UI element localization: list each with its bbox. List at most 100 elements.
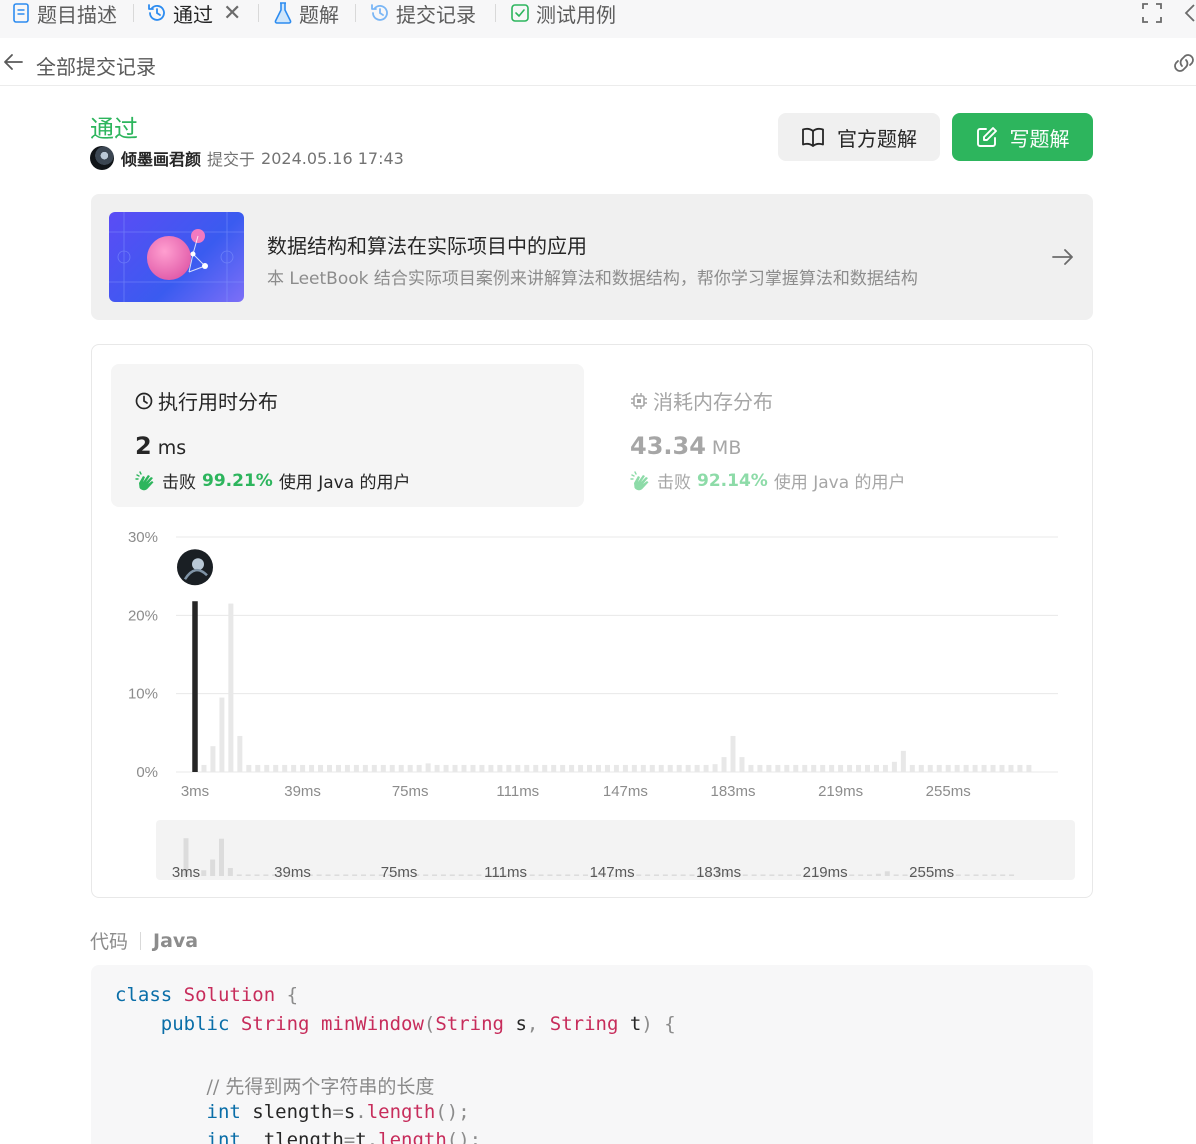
brush-tick-label: 147ms [590, 864, 635, 880]
bar [587, 764, 593, 772]
bar [210, 746, 216, 772]
tab-testcases[interactable]: 测试用例 [509, 0, 616, 27]
memory-unit: MB [711, 437, 742, 459]
brush-bar [529, 874, 535, 876]
document-icon [10, 2, 32, 24]
bar [327, 764, 332, 772]
memory-panel[interactable]: 消耗内存分布 43.34 MB 击败 92.14% 使用 Java 的用户 [606, 364, 1079, 507]
submission-status: 通过 [90, 115, 138, 143]
bar [640, 764, 646, 772]
bar [900, 750, 906, 772]
runtime-unit: ms [157, 437, 187, 459]
bar [604, 764, 610, 772]
flask-icon [272, 2, 294, 24]
avatar-marker [177, 549, 213, 586]
bar [649, 764, 655, 772]
tab-description[interactable]: 题目描述 [10, 0, 117, 27]
bar [497, 764, 503, 772]
bar [578, 764, 584, 772]
bar [1026, 764, 1032, 772]
leetbook-banner[interactable]: 数据结构和算法在实际项目中的应用 本 LeetBook 结合实际项目案例来讲解算… [91, 194, 1093, 320]
tab-submissions[interactable]: 提交记录 [369, 0, 476, 27]
tab-label: 题解 [299, 2, 339, 27]
beat-label: 击败 [657, 473, 691, 493]
link-icon[interactable] [1172, 52, 1196, 74]
submission-toolbar: 全部提交记录 [0, 40, 1196, 86]
runtime-distribution-chart[interactable]: 0% 10% 20% 30% 3ms 39ms 75ms 111ms 147ms 183ms 219… [92, 515, 1092, 815]
official-solution-button[interactable]: 官方题解 [778, 113, 940, 161]
bar [479, 764, 485, 772]
bar [335, 764, 341, 772]
bar [569, 764, 575, 772]
brush-bar [458, 874, 464, 876]
x-tick-label: 147ms [603, 783, 648, 800]
brush-bar [210, 859, 216, 876]
bar [542, 764, 548, 772]
bar [936, 764, 942, 772]
brush-bar [556, 874, 562, 876]
brush-bar [440, 874, 446, 876]
code-block[interactable]: class Solution { public String minWindow… [91, 965, 1093, 1144]
fullscreen-icon[interactable] [1142, 2, 1162, 24]
bar [524, 764, 530, 772]
avatar[interactable] [90, 146, 114, 170]
bar [425, 763, 431, 772]
code-line: int tlength=t.length(); [206, 1129, 482, 1144]
bar [596, 764, 601, 772]
arrow-left-icon[interactable] [2, 52, 24, 72]
brush-bar [343, 874, 349, 876]
runtime-panel[interactable]: 执行用时分布 2 ms 击败 99.21% 使用 Java 的用户 [111, 364, 584, 507]
memory-title-label: 消耗内存分布 [653, 390, 773, 414]
avatar-highlight [192, 558, 204, 571]
memory-beats: 击败 92.14% 使用 Java 的用户 [630, 468, 906, 493]
brush-bar [201, 870, 207, 876]
bar [309, 764, 315, 772]
code-line: // 先得到两个字符串的长度 [115, 1072, 435, 1099]
username[interactable]: 倾墨画君颜 [121, 146, 201, 170]
tab-solutions[interactable]: 题解 [272, 0, 339, 27]
bar [703, 764, 709, 772]
tab-bar: 题目描述 通过 ✕ 题解 提交记录 测试用例 [0, 0, 1196, 38]
bar [927, 764, 933, 772]
beat-suffix: 使用 Java 的用户 [278, 473, 411, 493]
brush-bar [245, 874, 251, 876]
tab-divider [258, 4, 259, 22]
brush-bar [476, 874, 482, 876]
brush-bar [796, 874, 802, 876]
close-icon[interactable]: ✕ [223, 1, 241, 26]
all-submissions-link[interactable]: 全部提交记录 [36, 51, 156, 80]
bar [730, 735, 736, 772]
brush-bar [352, 874, 358, 876]
code-line: class Solution { [115, 984, 299, 1006]
runtime-title-label: 执行用时分布 [158, 390, 278, 414]
clap-icon [135, 470, 154, 490]
bar [775, 764, 781, 772]
bar [658, 764, 664, 772]
code-language: Java [153, 929, 199, 952]
brush-bar [680, 874, 686, 876]
bar [488, 764, 494, 772]
bar [918, 764, 924, 772]
bar [999, 764, 1005, 772]
bar [667, 764, 673, 772]
brush-bar [653, 874, 659, 876]
memory-title: 消耗内存分布 [630, 386, 773, 415]
bar [380, 764, 386, 772]
chart-range-brush[interactable]: 3ms 39ms 75ms 111ms 147ms 183ms 219ms 255ms [156, 820, 1075, 880]
brush-bar [778, 874, 784, 876]
button-label: 写题解 [1009, 126, 1070, 151]
bar [300, 764, 306, 772]
brush-bar [565, 874, 571, 876]
chevron-left-icon[interactable] [1182, 2, 1196, 24]
bar [470, 764, 476, 772]
write-solution-button[interactable]: 写题解 [952, 113, 1093, 161]
bar [434, 764, 440, 772]
tab-accepted[interactable]: 通过 ✕ [146, 0, 241, 27]
bar [945, 764, 951, 772]
code-header-divider [140, 931, 142, 950]
brush-bar [982, 874, 988, 876]
highlight-bar [192, 601, 198, 772]
bar [963, 764, 969, 772]
bar [622, 764, 628, 772]
bar [264, 764, 270, 772]
